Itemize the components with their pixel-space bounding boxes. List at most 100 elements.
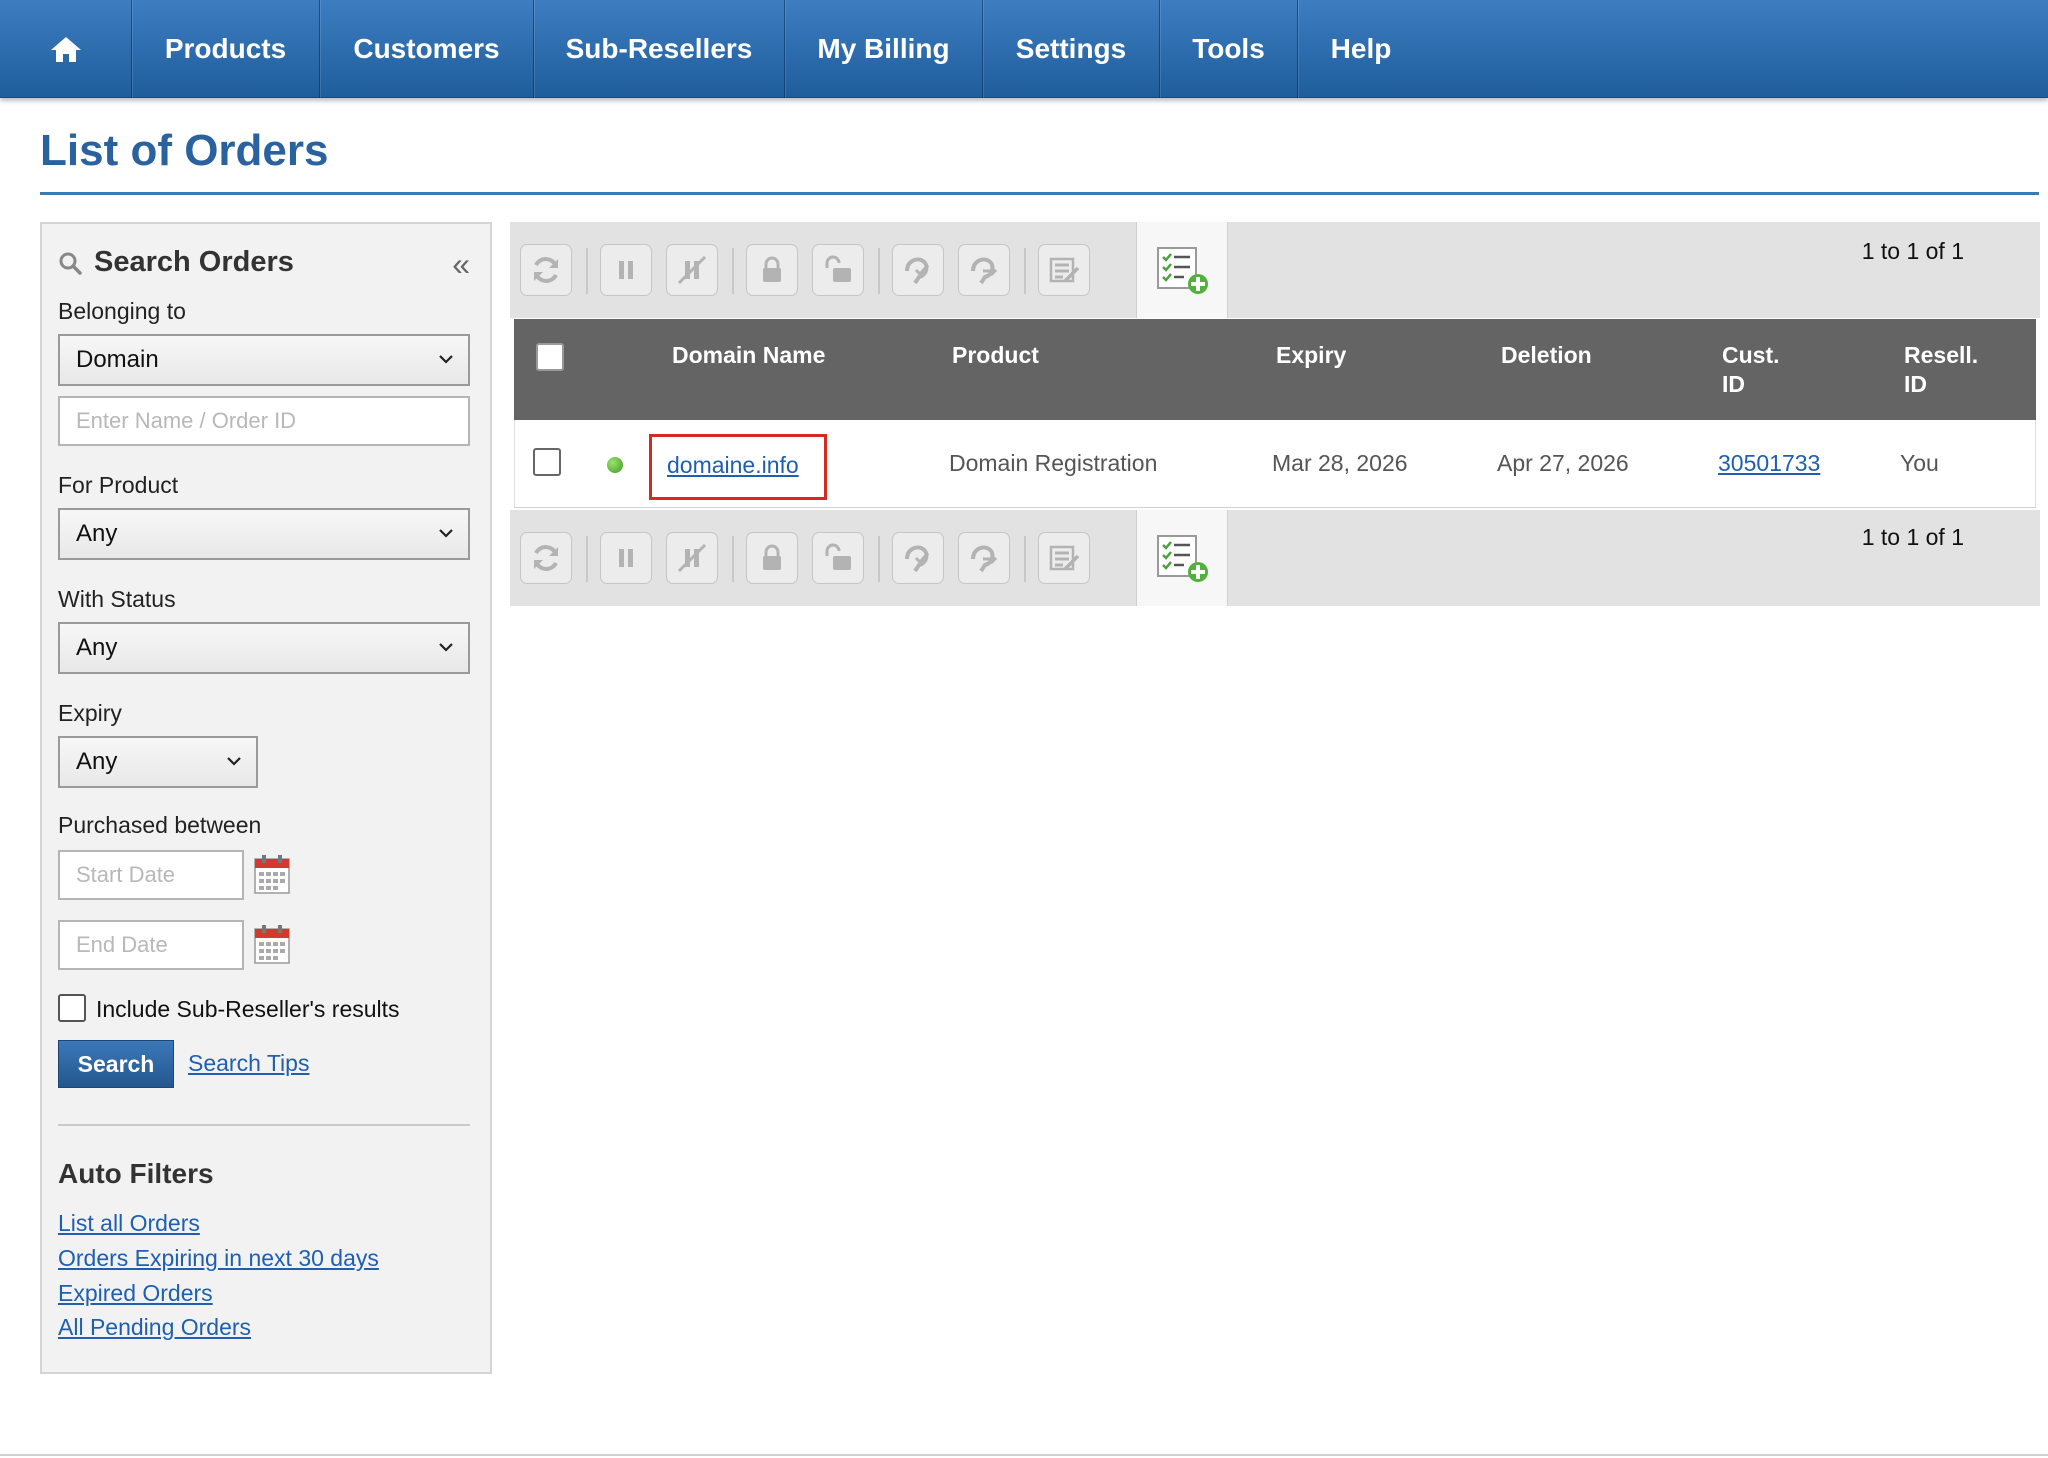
actions-toolbar-top: 1 to 1 of 1 bbox=[510, 222, 2040, 318]
table-row: domaine.info Domain Registration Mar 28,… bbox=[514, 420, 2036, 508]
search-sidebar: Search Orders « Belonging to Domain Ente… bbox=[40, 222, 492, 1374]
nav-tools[interactable]: Tools bbox=[1160, 0, 1298, 98]
modify-button[interactable] bbox=[1038, 532, 1090, 584]
deletion-cell: Apr 27, 2026 bbox=[1497, 450, 1629, 476]
unsuspend-icon bbox=[677, 543, 707, 573]
col-expiry[interactable]: Expiry bbox=[1276, 341, 1346, 370]
auto-filters-heading: Auto Filters bbox=[58, 1158, 214, 1189]
chevron-down-icon bbox=[439, 355, 453, 364]
renew-button[interactable] bbox=[520, 244, 572, 296]
privacy-off-icon bbox=[971, 257, 998, 285]
footer-divider bbox=[0, 1454, 2048, 1456]
nav-help[interactable]: Help bbox=[1298, 0, 1424, 98]
expiry-label: Expiry bbox=[58, 700, 122, 726]
unlock-icon bbox=[825, 543, 851, 570]
with-status-select[interactable]: Any bbox=[58, 622, 470, 674]
filter-expired-orders[interactable]: Expired Orders bbox=[58, 1280, 213, 1307]
col-deletion[interactable]: Deletion bbox=[1501, 341, 1592, 370]
home-icon bbox=[50, 37, 81, 62]
col-resell-id[interactable]: Resell. ID bbox=[1904, 341, 1978, 399]
privacy-protect-button[interactable] bbox=[892, 244, 944, 296]
unsuspend-button[interactable] bbox=[666, 532, 718, 584]
filter-expiring-30-days[interactable]: Orders Expiring in next 30 days bbox=[58, 1245, 379, 1272]
pagination-info-top: 1 to 1 of 1 bbox=[1861, 238, 1964, 264]
search-icon bbox=[59, 252, 82, 275]
filter-list-all-orders[interactable]: List all Orders bbox=[58, 1210, 200, 1237]
renew-button[interactable] bbox=[520, 532, 572, 584]
suspend-icon bbox=[619, 549, 633, 567]
filter-pending-orders[interactable]: All Pending Orders bbox=[58, 1314, 251, 1341]
search-orders-heading: Search Orders bbox=[58, 246, 294, 279]
cust-id-link[interactable]: 30501733 bbox=[1718, 450, 1820, 477]
renew-icon bbox=[534, 257, 558, 283]
add-order-icon bbox=[1157, 535, 1208, 582]
collapse-sidebar-icon[interactable]: « bbox=[452, 248, 470, 280]
product-cell: Domain Registration bbox=[949, 450, 1158, 476]
nav-my-billing[interactable]: My Billing bbox=[785, 0, 983, 98]
resell-id-cell: You bbox=[1900, 450, 1939, 476]
modify-icon bbox=[1049, 545, 1080, 571]
start-date-input[interactable]: Start Date bbox=[58, 850, 244, 900]
domain-name-link[interactable]: domaine.info bbox=[667, 452, 799, 479]
chevron-down-icon bbox=[439, 643, 453, 652]
expiry-select[interactable]: Any bbox=[58, 736, 258, 788]
title-divider bbox=[40, 192, 2039, 195]
purchased-between-label: Purchased between bbox=[58, 812, 262, 838]
modify-icon bbox=[1049, 257, 1080, 283]
pagination-info-bottom: 1 to 1 of 1 bbox=[1861, 524, 1964, 550]
end-date-input[interactable]: End Date bbox=[58, 920, 244, 970]
nav-customers[interactable]: Customers bbox=[320, 0, 534, 98]
orders-table-header: Domain Name Product Expiry Deletion Cust… bbox=[514, 319, 2036, 420]
suspend-icon bbox=[619, 261, 633, 279]
with-status-label: With Status bbox=[58, 586, 176, 612]
unlock-button[interactable] bbox=[812, 532, 864, 584]
for-product-label: For Product bbox=[58, 472, 179, 498]
unsuspend-button[interactable] bbox=[666, 244, 718, 296]
select-all-checkbox[interactable] bbox=[536, 343, 564, 371]
renew-icon bbox=[534, 545, 558, 571]
page-title: List of Orders bbox=[40, 126, 329, 175]
lock-icon bbox=[763, 544, 781, 570]
lock-button[interactable] bbox=[746, 532, 798, 584]
name-order-id-input[interactable]: Enter Name / Order ID bbox=[58, 396, 470, 446]
unlock-icon bbox=[825, 255, 851, 282]
lock-button[interactable] bbox=[746, 244, 798, 296]
unlock-button[interactable] bbox=[812, 244, 864, 296]
status-active-icon bbox=[607, 457, 623, 473]
search-tips-link[interactable]: Search Tips bbox=[188, 1050, 309, 1077]
privacy-off-icon bbox=[971, 545, 998, 573]
chevron-down-icon bbox=[227, 757, 241, 766]
actions-toolbar-bottom: 1 to 1 of 1 bbox=[510, 510, 2040, 606]
include-sub-reseller-label: Include Sub-Reseller's results bbox=[96, 996, 400, 1022]
nav-sub-resellers[interactable]: Sub-Resellers bbox=[534, 0, 785, 98]
privacy-protect-button[interactable] bbox=[892, 532, 944, 584]
add-order-button[interactable] bbox=[1136, 222, 1228, 318]
home-button[interactable] bbox=[0, 0, 132, 98]
col-domain-name[interactable]: Domain Name bbox=[672, 341, 825, 370]
row-checkbox[interactable] bbox=[533, 448, 561, 476]
add-order-button[interactable] bbox=[1136, 510, 1228, 606]
expiry-cell: Mar 28, 2026 bbox=[1272, 450, 1408, 476]
chevron-down-icon bbox=[439, 529, 453, 538]
top-nav: Products Customers Sub-Resellers My Bill… bbox=[0, 0, 2048, 98]
privacy-on-icon bbox=[905, 545, 930, 573]
sidebar-divider bbox=[58, 1124, 470, 1126]
modify-button[interactable] bbox=[1038, 244, 1090, 296]
belonging-to-label: Belonging to bbox=[58, 298, 186, 324]
calendar-icon[interactable] bbox=[254, 854, 290, 894]
suspend-button[interactable] bbox=[600, 532, 652, 584]
calendar-icon[interactable] bbox=[254, 924, 290, 964]
belonging-to-select[interactable]: Domain bbox=[58, 334, 470, 386]
include-sub-reseller-checkbox[interactable] bbox=[58, 994, 86, 1022]
suspend-button[interactable] bbox=[600, 244, 652, 296]
col-product[interactable]: Product bbox=[952, 341, 1039, 370]
nav-settings[interactable]: Settings bbox=[983, 0, 1160, 98]
lock-icon bbox=[763, 256, 781, 282]
privacy-unprotect-button[interactable] bbox=[958, 244, 1010, 296]
for-product-select[interactable]: Any bbox=[58, 508, 470, 560]
search-button[interactable]: Search bbox=[58, 1040, 174, 1088]
col-cust-id[interactable]: Cust. ID bbox=[1722, 341, 1780, 399]
privacy-on-icon bbox=[905, 257, 930, 285]
nav-products[interactable]: Products bbox=[132, 0, 320, 98]
privacy-unprotect-button[interactable] bbox=[958, 532, 1010, 584]
